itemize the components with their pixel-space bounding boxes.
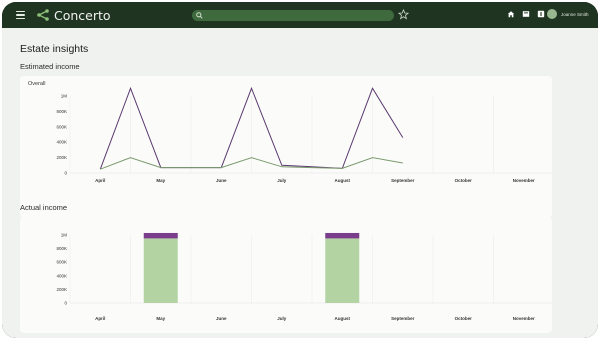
app-frame: Concerto Joanne Smith Estate insights Es…: [2, 2, 598, 338]
y-tick-label: 200K: [56, 287, 67, 292]
y-tick-label: 200K: [56, 155, 67, 160]
y-tick-label: 1M: [61, 94, 68, 99]
x-tick-label: June: [216, 316, 227, 321]
x-tick-label: September: [391, 178, 415, 183]
estimated-income-title: Estimated income: [20, 62, 80, 71]
menu-icon[interactable]: [16, 8, 28, 22]
y-tick-label: 400K: [56, 273, 67, 278]
y-tick-label: 600K: [56, 124, 67, 129]
home-icon: [507, 11, 515, 18]
user-name: Joanne Smith: [561, 11, 589, 17]
app-name: Concerto: [54, 7, 111, 23]
search-bar[interactable]: [192, 10, 394, 21]
home-button[interactable]: [506, 9, 516, 19]
concerto-logo-icon: [37, 9, 49, 21]
estimated-income-chart: Overall 1M 800K 600K 400K 200K 0 April May June Ju…: [28, 81, 552, 183]
x-tick-label: September: [391, 316, 415, 321]
actual-income-bar: [143, 238, 178, 303]
top-bar: Concerto Joanne Smith: [2, 2, 598, 28]
estimated-income-card: Overall 1M 800K 600K 400K 200K 0 April May June Ju…: [20, 76, 552, 218]
actual-income-bar-top: [325, 232, 360, 239]
x-tick-label: October: [455, 178, 473, 183]
page-title: Estate insights: [20, 43, 89, 55]
x-tick-label: April: [95, 316, 105, 321]
main-content: Estate insights Estimated income Overall…: [2, 28, 598, 338]
search-input[interactable]: [206, 10, 390, 21]
y-tick-label: 0: [64, 171, 67, 176]
y-tick-label: 1M: [61, 233, 68, 238]
inbox-icon: [522, 11, 530, 17]
user-menu[interactable]: Joanne Smith: [547, 9, 589, 19]
x-tick-label: November: [513, 316, 535, 321]
x-tick-label: August: [335, 316, 351, 321]
x-tick-label: July: [277, 178, 287, 183]
x-tick-label: May: [156, 316, 165, 321]
badge-icon: [537, 10, 545, 18]
favorite-star-icon[interactable]: [398, 9, 409, 20]
x-tick-label: August: [335, 178, 351, 183]
x-tick-label: May: [156, 178, 165, 183]
x-tick-label: July: [277, 316, 287, 321]
app-logo[interactable]: Concerto: [36, 6, 111, 24]
actual-income-bar-top: [143, 232, 178, 239]
y-tick-label: 600K: [56, 260, 67, 265]
x-tick-label: April: [95, 178, 105, 183]
messages-button[interactable]: [521, 9, 531, 19]
search-icon: [196, 11, 203, 19]
actual-income-chart: 1M 800K 600K 400K 200K 0 April May June July Augus…: [56, 232, 552, 321]
x-tick-label: October: [455, 316, 473, 321]
chart-title: Overall: [28, 81, 45, 87]
y-tick-label: 400K: [56, 140, 67, 145]
y-tick-label: 0: [64, 301, 67, 306]
notifications-button[interactable]: [536, 9, 546, 19]
y-tick-label: 800K: [56, 246, 67, 251]
avatar: [547, 9, 557, 19]
actual-income-card: 1M 800K 600K 400K 200K 0 April May June July Augus…: [20, 217, 552, 333]
actual-income-bar: [325, 238, 360, 303]
y-tick-label: 800K: [56, 109, 67, 114]
x-tick-label: November: [513, 178, 535, 183]
x-tick-label: June: [216, 178, 227, 183]
actual-income-title: Actual income: [20, 203, 68, 212]
top-actions: [506, 9, 546, 19]
